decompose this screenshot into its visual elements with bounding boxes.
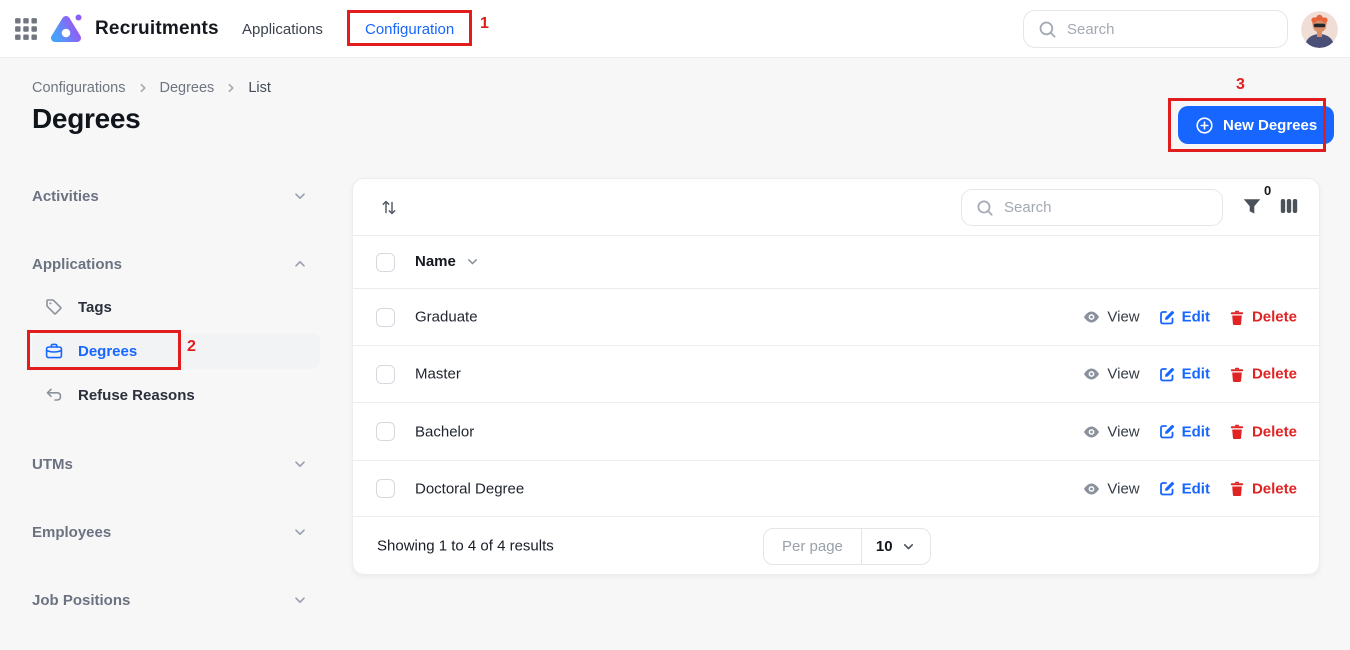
filter-count-badge: 0 <box>1264 183 1271 198</box>
table-row: Graduate View Edit Delete <box>353 289 1319 346</box>
columns-icon[interactable] <box>1278 195 1300 222</box>
new-degrees-button[interactable]: New Degrees <box>1178 106 1334 144</box>
eye-icon <box>1082 479 1101 498</box>
sidebar-item-refuse-reasons[interactable]: Refuse Reasons <box>32 377 320 413</box>
breadcrumb-configurations[interactable]: Configurations <box>32 80 126 96</box>
app-title: Recruitments <box>95 18 219 40</box>
edit-action[interactable]: Edit <box>1158 308 1210 326</box>
table-toolbar: 0 <box>353 179 1319 236</box>
user-avatar[interactable] <box>1301 11 1338 48</box>
eye-icon <box>1082 365 1101 384</box>
per-page-selector[interactable]: Per page 10 <box>763 528 931 565</box>
per-page-label: Per page <box>764 529 862 564</box>
undo-icon <box>44 385 64 405</box>
chevron-down-icon <box>292 524 308 540</box>
app-launcher-icon[interactable] <box>14 17 38 41</box>
table-search <box>961 189 1223 226</box>
sidebar-section-job-positions[interactable]: Job Positions <box>32 588 320 612</box>
cell-name: Graduate <box>415 309 478 326</box>
edit-icon <box>1158 480 1176 498</box>
sort-icon[interactable] <box>379 197 399 222</box>
edit-action[interactable]: Edit <box>1158 480 1210 498</box>
results-summary: Showing 1 to 4 of 4 results <box>377 538 554 555</box>
sidebar-item-degrees[interactable]: Degrees <box>32 333 320 369</box>
sidebar-section-utms[interactable]: UTMs <box>32 452 320 476</box>
table-header-row: Name <box>353 236 1319 289</box>
cell-name: Master <box>415 366 461 383</box>
row-checkbox[interactable] <box>376 365 395 384</box>
edit-icon <box>1158 423 1176 441</box>
cell-name: Bachelor <box>415 423 474 440</box>
view-action[interactable]: View <box>1082 365 1139 384</box>
trash-icon <box>1228 423 1246 441</box>
view-action[interactable]: View <box>1082 479 1139 498</box>
edit-action[interactable]: Edit <box>1158 423 1210 441</box>
view-action[interactable]: View <box>1082 308 1139 327</box>
global-search <box>1023 10 1288 48</box>
filter-icon[interactable] <box>1241 195 1263 222</box>
global-search-input[interactable] <box>1057 21 1287 38</box>
row-checkbox[interactable] <box>376 308 395 327</box>
edit-action[interactable]: Edit <box>1158 365 1210 383</box>
select-all-checkbox[interactable] <box>376 253 395 272</box>
search-icon <box>976 199 994 217</box>
delete-action[interactable]: Delete <box>1228 423 1297 441</box>
app-logo-icon <box>49 12 83 46</box>
chevron-down-icon <box>292 188 308 204</box>
chevron-right-icon <box>136 81 150 95</box>
row-checkbox[interactable] <box>376 479 395 498</box>
chevron-down-icon <box>292 456 308 472</box>
tab-applications[interactable]: Applications <box>242 0 323 58</box>
chevron-right-icon <box>224 81 238 95</box>
table-search-input[interactable] <box>994 199 1222 216</box>
table-row: Doctoral Degree View Edit Delete <box>353 461 1319 517</box>
degrees-table-card: 0 Name Graduate View Edit <box>352 178 1320 575</box>
trash-icon <box>1228 365 1246 383</box>
search-icon <box>1038 20 1057 39</box>
table-footer: Showing 1 to 4 of 4 results Per page 10 <box>353 517 1319 575</box>
view-action[interactable]: View <box>1082 422 1139 441</box>
brand[interactable]: Recruitments <box>49 12 219 46</box>
sidebar-section-activities[interactable]: Activities <box>32 184 320 208</box>
edit-icon <box>1158 365 1176 383</box>
trash-icon <box>1228 308 1246 326</box>
breadcrumb-degrees[interactable]: Degrees <box>160 80 215 96</box>
row-checkbox[interactable] <box>376 422 395 441</box>
briefcase-icon <box>44 341 64 361</box>
chevron-down-icon <box>901 539 916 554</box>
plus-circle-icon <box>1195 116 1214 135</box>
delete-action[interactable]: Delete <box>1228 308 1297 326</box>
edit-icon <box>1158 308 1176 326</box>
trash-icon <box>1228 480 1246 498</box>
chevron-down-icon <box>292 592 308 608</box>
sidebar-item-tags[interactable]: Tags <box>32 289 320 325</box>
annotation-number-3: 3 <box>1236 76 1245 94</box>
top-navbar: Recruitments Applications Configuration <box>0 0 1350 58</box>
breadcrumb-list: List <box>248 80 271 96</box>
delete-action[interactable]: Delete <box>1228 365 1297 383</box>
tag-icon <box>44 297 64 317</box>
sidebar-section-applications[interactable]: Applications <box>32 252 320 276</box>
sidebar-section-employees[interactable]: Employees <box>32 520 320 544</box>
eye-icon <box>1082 308 1101 327</box>
eye-icon <box>1082 422 1101 441</box>
table-row: Bachelor View Edit Delete <box>353 403 1319 461</box>
column-header-name[interactable]: Name <box>415 253 480 270</box>
chevron-down-icon <box>465 254 480 269</box>
page-title: Degrees <box>32 103 140 135</box>
cell-name: Doctoral Degree <box>415 480 524 497</box>
tab-configuration[interactable]: Configuration <box>365 0 454 58</box>
table-row: Master View Edit Delete <box>353 346 1319 403</box>
breadcrumb: Configurations Degrees List <box>32 80 271 96</box>
per-page-value: 10 <box>876 538 893 555</box>
delete-action[interactable]: Delete <box>1228 480 1297 498</box>
chevron-up-icon <box>292 256 308 272</box>
